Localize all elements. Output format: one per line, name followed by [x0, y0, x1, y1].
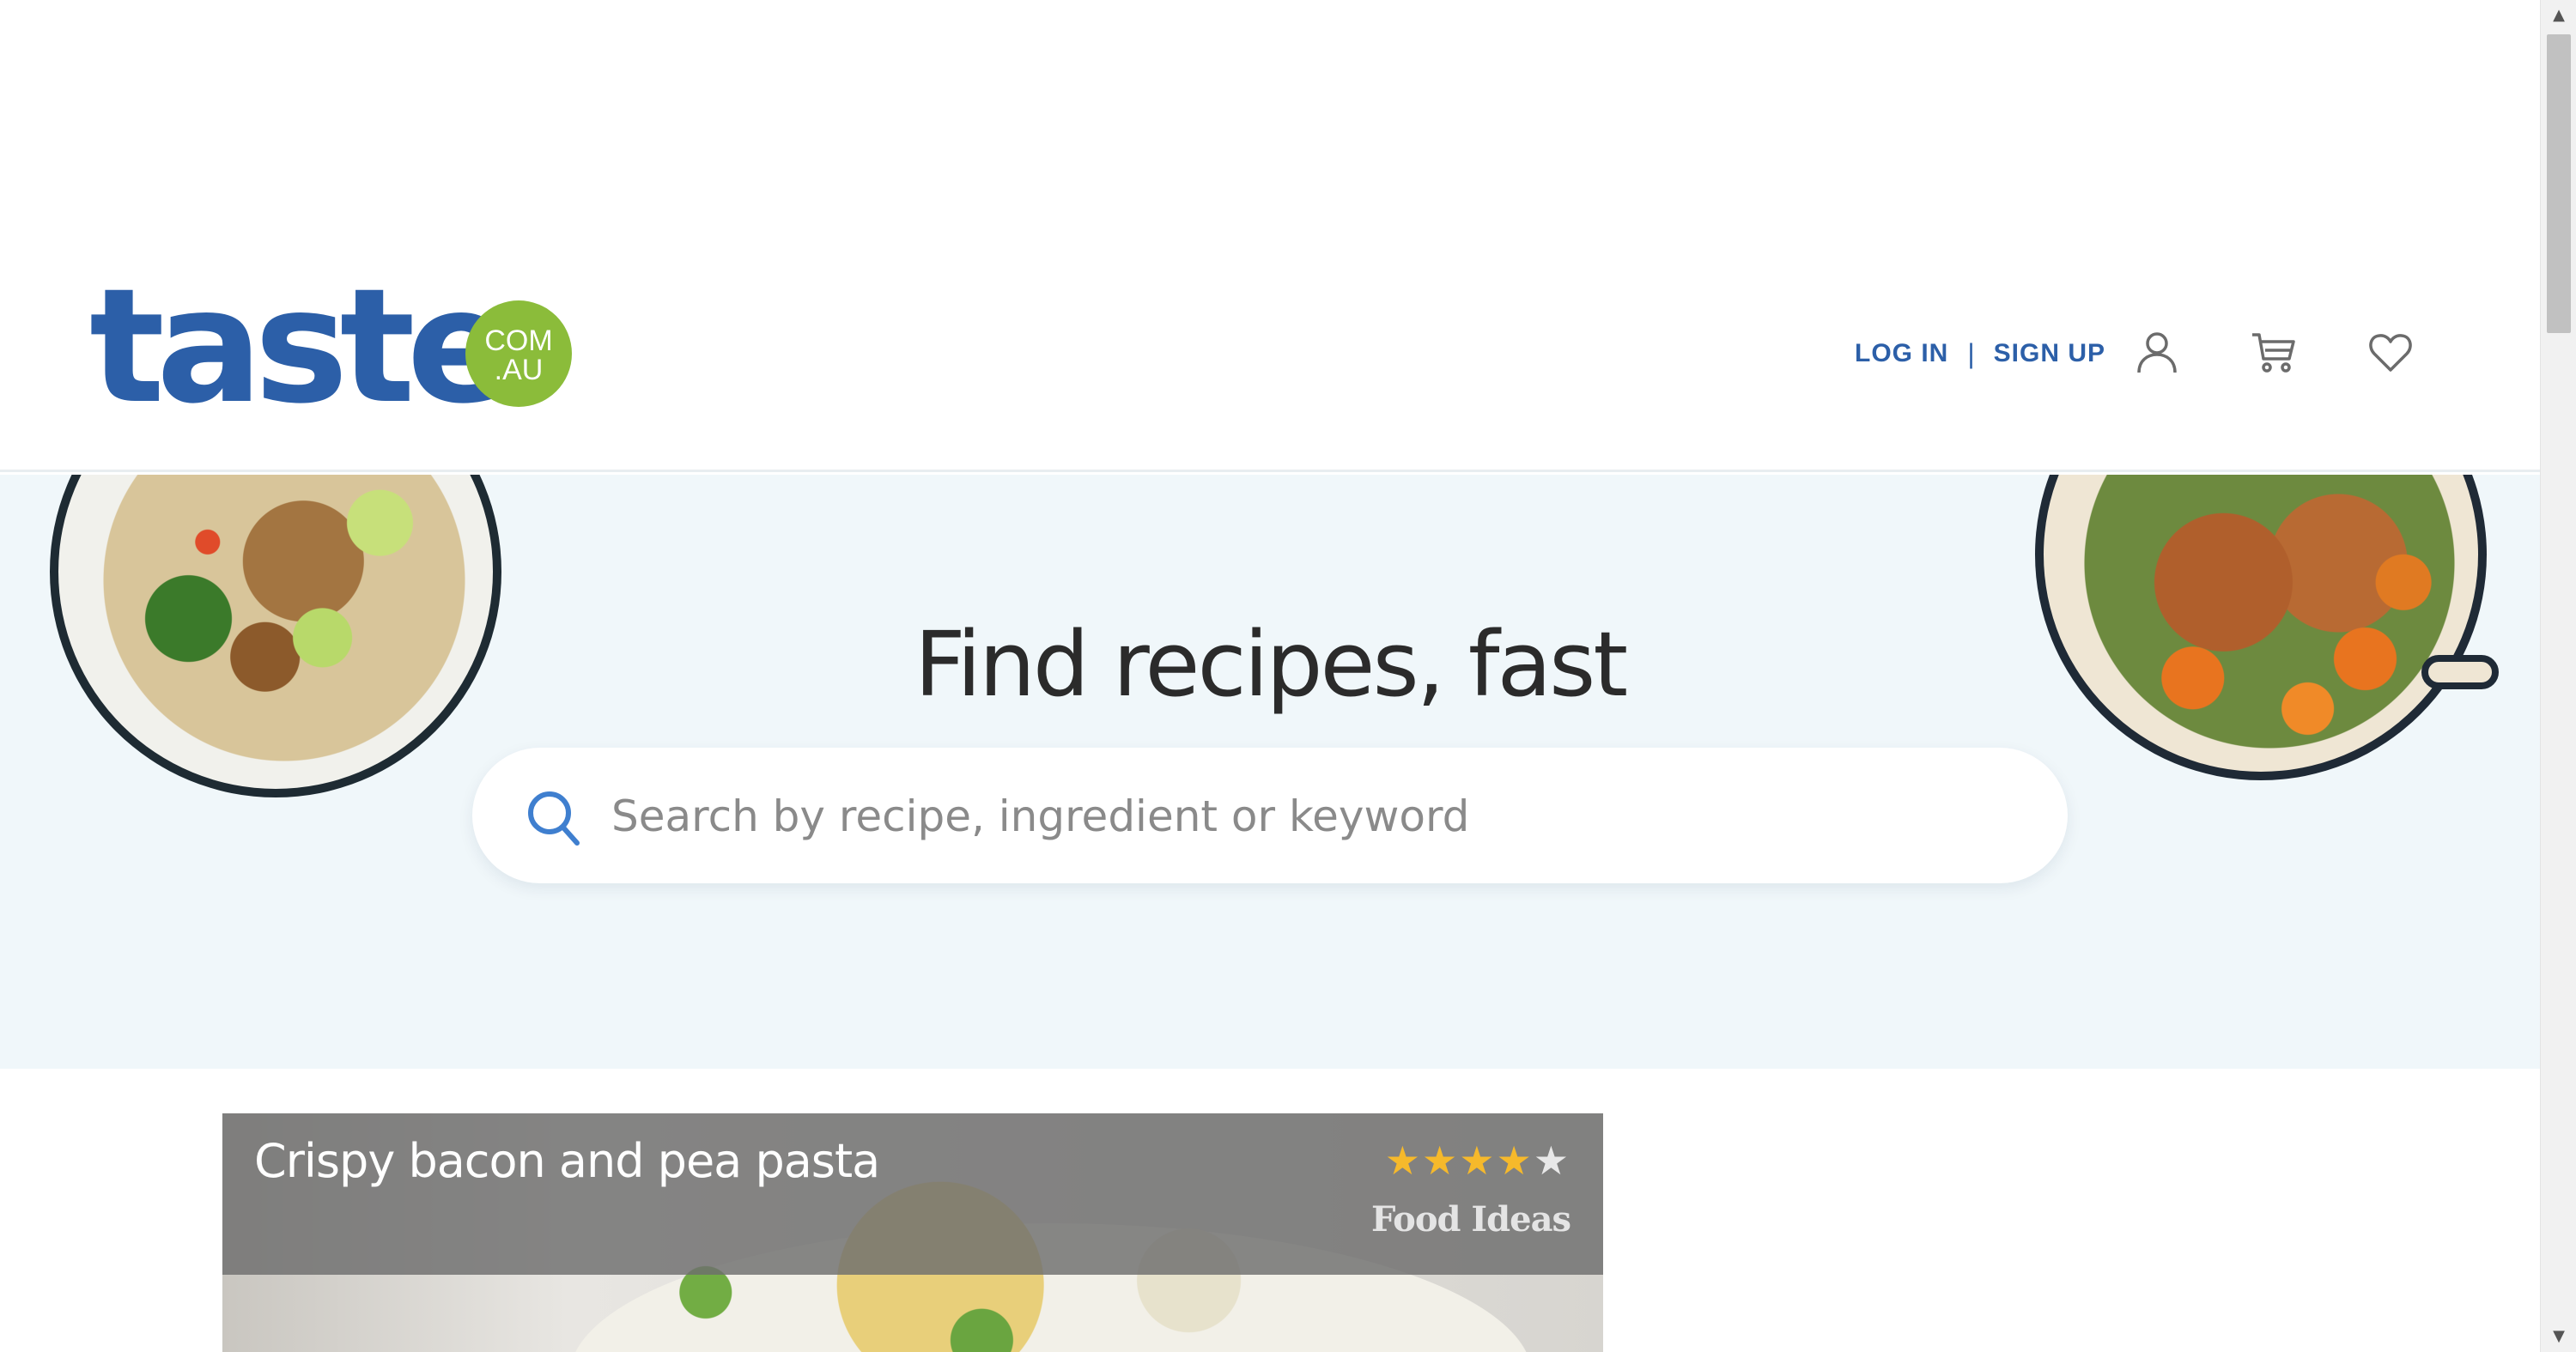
auth-links: LOG IN | SIGN UP — [1855, 336, 2105, 371]
recipe-search-bar[interactable] — [472, 748, 2068, 883]
star-icon: ★ — [1384, 1137, 1420, 1184]
favourites-heart-icon[interactable] — [2366, 328, 2415, 376]
vertical-scrollbar[interactable]: ▲ ▼ — [2540, 0, 2576, 1352]
login-link[interactable]: LOG IN — [1855, 339, 1948, 368]
taste-logo[interactable]: taste COM .AU — [89, 268, 572, 426]
cart-icon[interactable] — [2250, 328, 2298, 376]
auth-separator: | — [1967, 337, 1975, 369]
scroll-up-arrow[interactable]: ▲ — [2541, 0, 2576, 31]
hero-section: Find recipes, fast — [0, 475, 2540, 1069]
scroll-thumb[interactable] — [2547, 34, 2571, 333]
star-icon: ★ — [1533, 1137, 1569, 1184]
featured-recipe-card[interactable]: Crispy bacon and pea pasta ★ ★ ★ ★ ★ Foo… — [222, 1113, 1603, 1352]
logo-badge-com: COM — [484, 324, 553, 357]
logo-wordmark: taste — [89, 255, 513, 439]
star-icon: ★ — [1459, 1137, 1495, 1184]
recipe-title[interactable]: Crispy bacon and pea pasta — [254, 1134, 880, 1188]
logo-badge-au: .AU — [494, 354, 544, 386]
signup-link[interactable]: SIGN UP — [1994, 339, 2105, 368]
search-input[interactable] — [610, 782, 2018, 851]
page: taste COM .AU LOG IN | SIGN UP Find reci… — [0, 0, 2576, 1352]
star-rating: ★ ★ ★ ★ ★ — [1385, 1141, 1569, 1180]
star-icon: ★ — [1496, 1137, 1532, 1184]
account-icon[interactable] — [2133, 328, 2181, 376]
scroll-down-arrow[interactable]: ▼ — [2541, 1321, 2576, 1352]
search-icon[interactable] — [526, 789, 582, 849]
site-header: taste COM .AU LOG IN | SIGN UP — [0, 258, 2540, 472]
star-icon: ★ — [1422, 1137, 1458, 1184]
ad-space — [0, 0, 2540, 258]
hero-title: Find recipes, fast — [914, 612, 1628, 717]
logo-badge: COM .AU — [465, 300, 572, 407]
recipe-source: Food Ideas — [1370, 1199, 1571, 1240]
